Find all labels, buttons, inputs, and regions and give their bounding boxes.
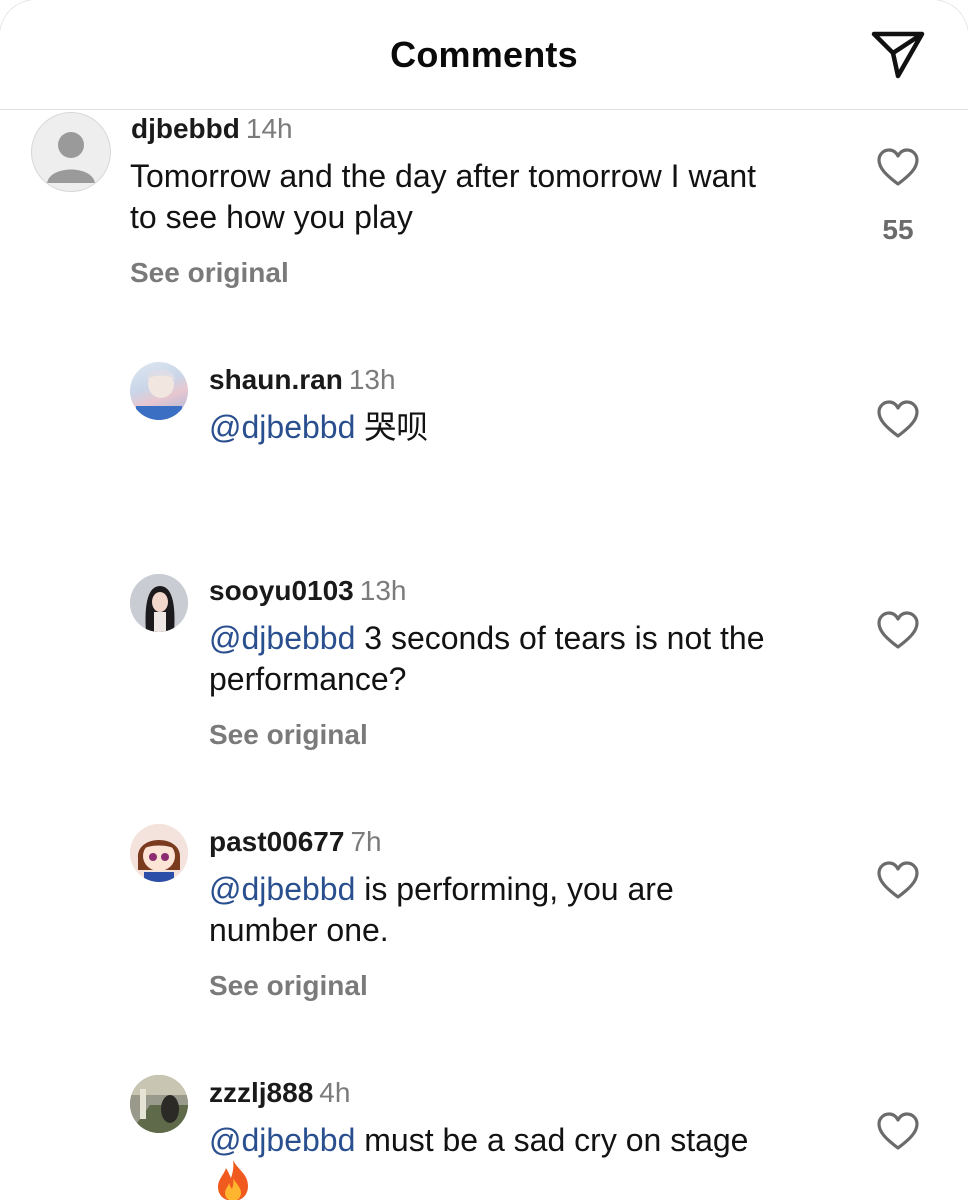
avatar[interactable] — [130, 574, 188, 632]
avatar[interactable] — [130, 362, 188, 420]
comment-body: 哭呗 — [355, 409, 429, 445]
comment-meta: zzzlj888 4h — [209, 1077, 350, 1109]
fire-emoji-icon — [218, 1160, 248, 1200]
mention-link[interactable]: @djbebbd — [209, 409, 355, 445]
heart-icon[interactable] — [876, 611, 920, 651]
comment-meta: djbebbd 14h — [131, 113, 293, 145]
avatar[interactable] — [130, 824, 188, 882]
heart-icon[interactable] — [876, 400, 920, 440]
comments-header: Comments — [0, 0, 968, 110]
comment-timestamp: 7h — [350, 826, 382, 857]
comment-meta: sooyu0103 13h — [209, 575, 406, 607]
heart-icon[interactable] — [876, 148, 920, 188]
comment-text: Tomorrow and the day after tomorrow I wa… — [130, 156, 790, 238]
default-avatar-icon[interactable] — [31, 112, 111, 192]
mention-link[interactable]: @djbebbd — [209, 620, 355, 656]
comments-sheet: Comments djbebbd 14h Tomorrow and the day… — [0, 0, 968, 1200]
comment-username[interactable]: djbebbd — [131, 113, 240, 144]
comment-timestamp: 4h — [319, 1077, 351, 1108]
see-original-button[interactable]: See original — [209, 719, 368, 751]
comment-username[interactable]: shaun.ran — [209, 364, 343, 395]
comment-text: @djbebbd must be a sad cry on stage — [209, 1120, 849, 1161]
comment-username[interactable]: sooyu0103 — [209, 575, 354, 606]
send-icon[interactable] — [868, 26, 928, 82]
avatar[interactable] — [130, 1075, 188, 1133]
comment-text: @djbebbd 3 seconds of tears is not the p… — [209, 618, 809, 700]
comment-meta: past00677 7h — [209, 826, 382, 858]
comment-text: @djbebbd is performing, you are number o… — [209, 869, 769, 951]
comment-body: must be a sad cry on stage — [355, 1122, 749, 1158]
see-original-button[interactable]: See original — [130, 257, 289, 289]
mention-link[interactable]: @djbebbd — [209, 871, 355, 907]
comment-timestamp: 13h — [348, 364, 396, 395]
like-count: 55 — [882, 214, 914, 245]
see-original-button[interactable]: See original — [209, 970, 368, 1002]
comment-timestamp: 14h — [245, 113, 293, 144]
mention-link[interactable]: @djbebbd — [209, 1122, 355, 1158]
comment-timestamp: 13h — [359, 575, 407, 606]
comment-text: @djbebbd 哭呗 — [209, 407, 829, 448]
page-title: Comments — [390, 34, 578, 75]
comment-body: Tomorrow and the day after tomorrow I wa… — [130, 158, 757, 235]
comment-username[interactable]: zzzlj888 — [209, 1077, 313, 1108]
heart-icon[interactable] — [876, 861, 920, 901]
comment-username[interactable]: past00677 — [209, 826, 344, 857]
heart-icon[interactable] — [876, 1112, 920, 1152]
comment-meta: shaun.ran 13h — [209, 364, 396, 396]
